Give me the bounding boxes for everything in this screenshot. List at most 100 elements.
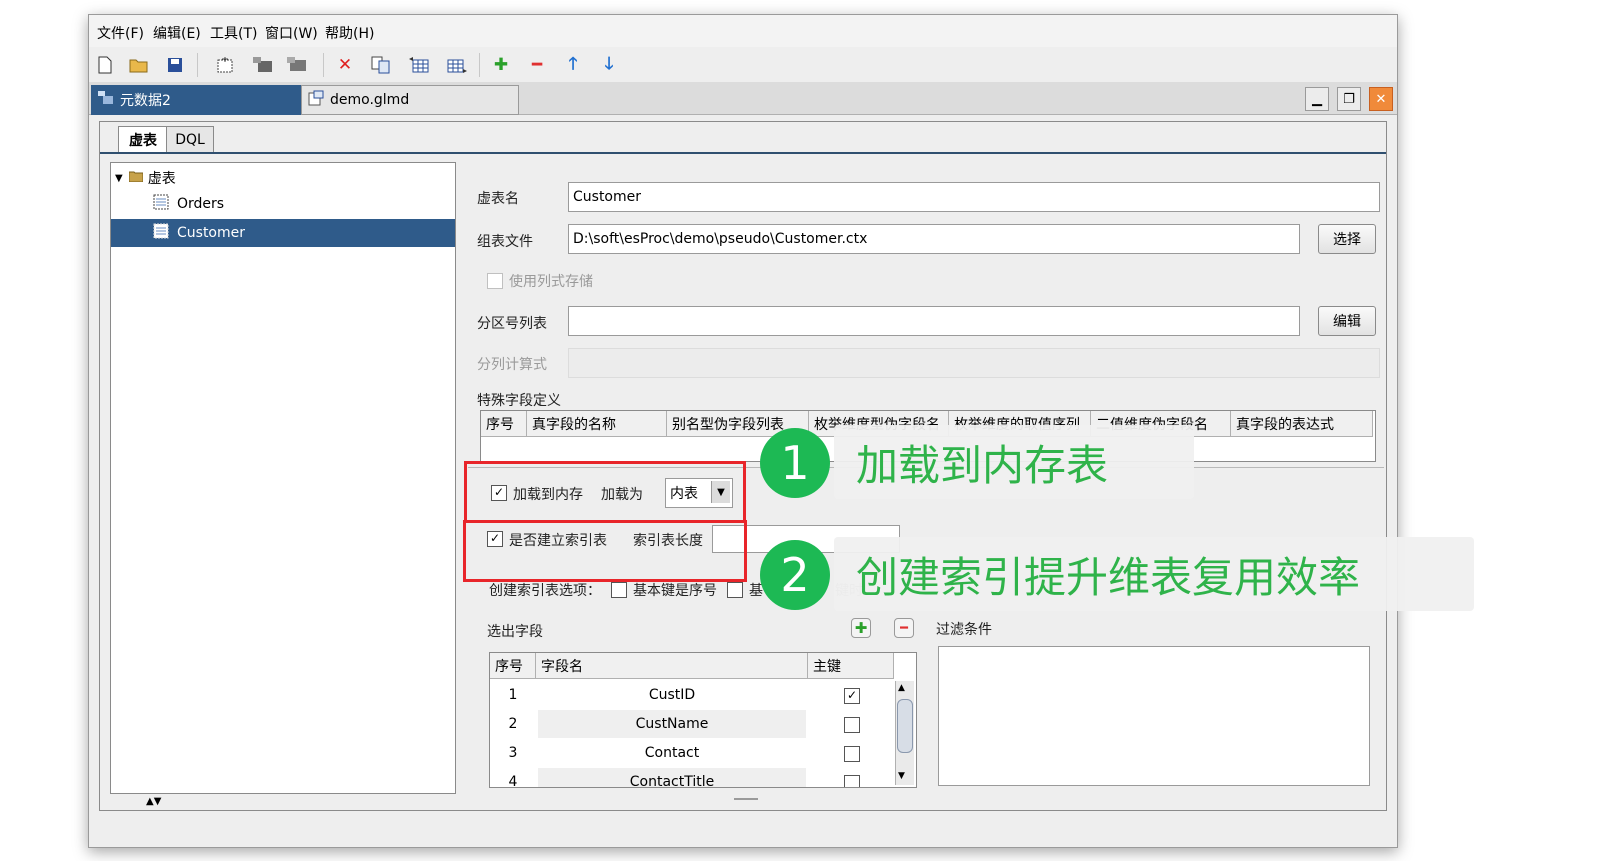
splitter-arrows-icon[interactable]: ▲▼ <box>146 796 161 807</box>
metadata-icon <box>98 91 114 109</box>
field-name-cell[interactable]: CustID <box>538 681 806 709</box>
filter-input[interactable] <box>938 646 1370 786</box>
group-file-input[interactable]: D:\soft\esProc\demo\pseudo\Customer.ctx <box>568 224 1300 254</box>
toolbar-separator <box>479 53 480 77</box>
open-folder-icon[interactable] <box>127 53 151 77</box>
row-index: 2 <box>508 716 518 732</box>
menu-file[interactable]: 文件(F) <box>97 23 144 43</box>
table-row[interactable]: 4 ContactTitle <box>490 768 894 788</box>
columnar-storage-label: 使用列式存储 <box>509 274 593 290</box>
doc-tab-label: demo.glmd <box>330 92 410 108</box>
select-fields-label: 选出字段 <box>487 624 543 640</box>
menu-edit[interactable]: 编辑(E) <box>153 23 201 43</box>
highlight-build-index <box>463 520 747 582</box>
doc-tab-metadata2[interactable]: 元数据2 <box>91 85 307 115</box>
minimize-icon[interactable]: ▁ <box>1305 87 1329 111</box>
add-sibling-icon[interactable] <box>285 53 309 77</box>
app-window: 文件(F) 编辑(E) 工具(T) 窗口(W) 帮助(H) ✕ ✚ ━ 🡑 🡓 … <box>88 14 1398 848</box>
tab-virtual-table[interactable]: 虚表 <box>118 126 168 153</box>
move-up-icon[interactable]: 🡑 <box>561 53 585 77</box>
menu-window[interactable]: 窗口(W) <box>265 23 318 43</box>
menu-tools[interactable]: 工具(T) <box>210 23 257 43</box>
tree-item-label: Orders <box>177 196 225 212</box>
choose-button[interactable]: 选择 <box>1318 224 1376 254</box>
tree-item-label: Customer <box>177 225 246 241</box>
table-left-icon[interactable] <box>407 53 431 77</box>
table-icon <box>153 194 169 214</box>
field-name-cell[interactable]: CustName <box>538 710 806 738</box>
menu-help[interactable]: 帮助(H) <box>325 23 374 43</box>
doc-tab-label: 元数据2 <box>120 93 171 109</box>
add-child-icon[interactable] <box>251 53 275 77</box>
add-row-icon[interactable]: ✚ <box>489 53 513 77</box>
table-right-icon[interactable] <box>445 53 469 77</box>
toolbar-separator <box>323 53 324 77</box>
row-index: 1 <box>508 687 518 703</box>
table-icon <box>153 223 169 243</box>
callout-1-badge: 1 <box>760 428 830 498</box>
partition-expr-label: 分列计算式 <box>477 357 547 373</box>
primary-key-checkbox[interactable] <box>844 775 860 787</box>
partition-expr-input <box>568 348 1380 378</box>
copy-icon[interactable] <box>369 53 393 77</box>
delete-icon[interactable]: ✕ <box>333 53 357 77</box>
virtual-table-name-label: 虚表名 <box>477 191 519 207</box>
index-option-checkbox[interactable] <box>727 582 743 598</box>
remove-field-icon[interactable]: ━ <box>894 618 914 638</box>
row-index: 3 <box>508 745 518 761</box>
tree-item-customer[interactable]: Customer <box>111 219 455 247</box>
callout-1-text: 加载到内存表 <box>834 425 1194 499</box>
virtual-table-name-input[interactable]: Customer <box>568 182 1380 212</box>
doc-tab-demo-glmd[interactable]: demo.glmd <box>301 85 519 115</box>
expand-arrow-icon[interactable]: ▼ <box>115 173 123 184</box>
callout-2-badge: 2 <box>760 540 830 610</box>
tree-item-orders[interactable]: Orders <box>153 191 224 217</box>
field-name-cell[interactable]: Contact <box>538 739 806 767</box>
index-option-label: 基本键是序号 <box>633 583 717 599</box>
column-header[interactable]: 序号 <box>481 411 527 437</box>
column-header[interactable]: 序号 <box>490 653 536 679</box>
table-row[interactable]: 1 CustID ✓ <box>490 681 894 709</box>
save-icon[interactable] <box>163 53 187 77</box>
column-header[interactable]: 主键 <box>808 653 894 679</box>
add-table-icon[interactable] <box>213 53 237 77</box>
edit-partition-button[interactable]: 编辑 <box>1318 306 1376 336</box>
scroll-up-icon[interactable]: ▲ <box>898 683 905 693</box>
resize-grip[interactable] <box>734 798 758 800</box>
tree-root-label: 虚表 <box>147 171 176 187</box>
filter-label: 过滤条件 <box>936 622 992 638</box>
tab-dql[interactable]: DQL <box>166 126 214 153</box>
primary-key-checkbox[interactable] <box>844 717 860 733</box>
add-field-icon[interactable]: ✚ <box>851 618 871 638</box>
row-index: 4 <box>508 774 518 788</box>
virtual-table-tree[interactable]: ▼ 虚表 Orders Customer <box>110 162 456 794</box>
restore-icon[interactable]: ❐ <box>1337 87 1361 111</box>
columnar-storage-checkbox <box>487 273 503 289</box>
table-row[interactable]: 2 CustName <box>490 710 894 738</box>
column-header[interactable]: 真字段的表达式 <box>1231 411 1373 437</box>
column-header[interactable]: 真字段的名称 <box>527 411 667 437</box>
primary-key-checkbox[interactable]: ✓ <box>844 688 860 704</box>
index-options-label: 创建索引表选项： <box>489 583 601 599</box>
table-row[interactable]: 3 Contact <box>490 739 894 767</box>
special-fields-label: 特殊字段定义 <box>477 393 561 409</box>
tree-root[interactable]: ▼ 虚表 <box>115 165 176 191</box>
column-header[interactable]: 字段名 <box>536 653 808 679</box>
move-down-icon[interactable]: 🡓 <box>597 53 621 77</box>
folder-icon <box>128 170 144 186</box>
group-file-label: 组表文件 <box>477 234 533 250</box>
field-name-cell[interactable]: ContactTitle <box>538 768 806 787</box>
primary-key-checkbox[interactable] <box>844 746 860 762</box>
new-file-icon[interactable] <box>93 53 117 77</box>
scrollbar-thumb[interactable] <box>897 699 913 753</box>
vertical-scrollbar[interactable]: ▲ ▼ <box>895 681 914 785</box>
scroll-down-icon[interactable]: ▼ <box>898 771 905 781</box>
select-fields-table[interactable]: 序号 字段名 主键 1 CustID ✓ 2 CustName 3 Contac… <box>489 652 917 788</box>
highlight-load-to-memory <box>464 461 746 523</box>
partition-list-input[interactable] <box>568 306 1300 336</box>
close-icon[interactable]: ✕ <box>1369 87 1393 111</box>
document-tab-bar: 元数据2 demo.glmd ▁ ❐ ✕ <box>89 83 1397 115</box>
remove-row-icon[interactable]: ━ <box>525 53 549 77</box>
menu-bar: 文件(F) 编辑(E) 工具(T) 窗口(W) 帮助(H) <box>89 15 1397 47</box>
index-option-checkbox[interactable] <box>611 582 627 598</box>
